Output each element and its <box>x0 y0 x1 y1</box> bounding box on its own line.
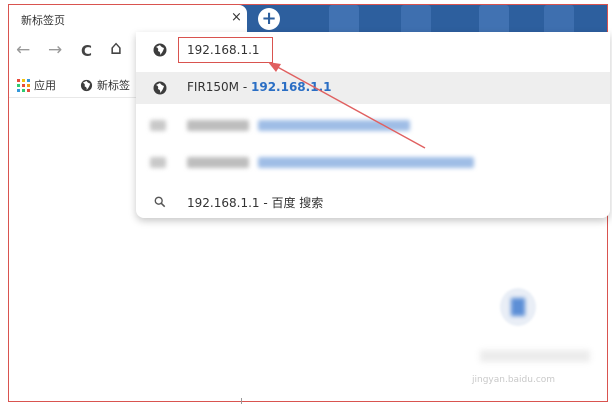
annotation-arrow <box>268 62 426 149</box>
watermark-text: jingyan.baidu.com <box>472 375 556 385</box>
blurred-logo-mark <box>511 298 525 316</box>
divider <box>241 398 242 404</box>
blurred-watermark <box>480 350 590 362</box>
